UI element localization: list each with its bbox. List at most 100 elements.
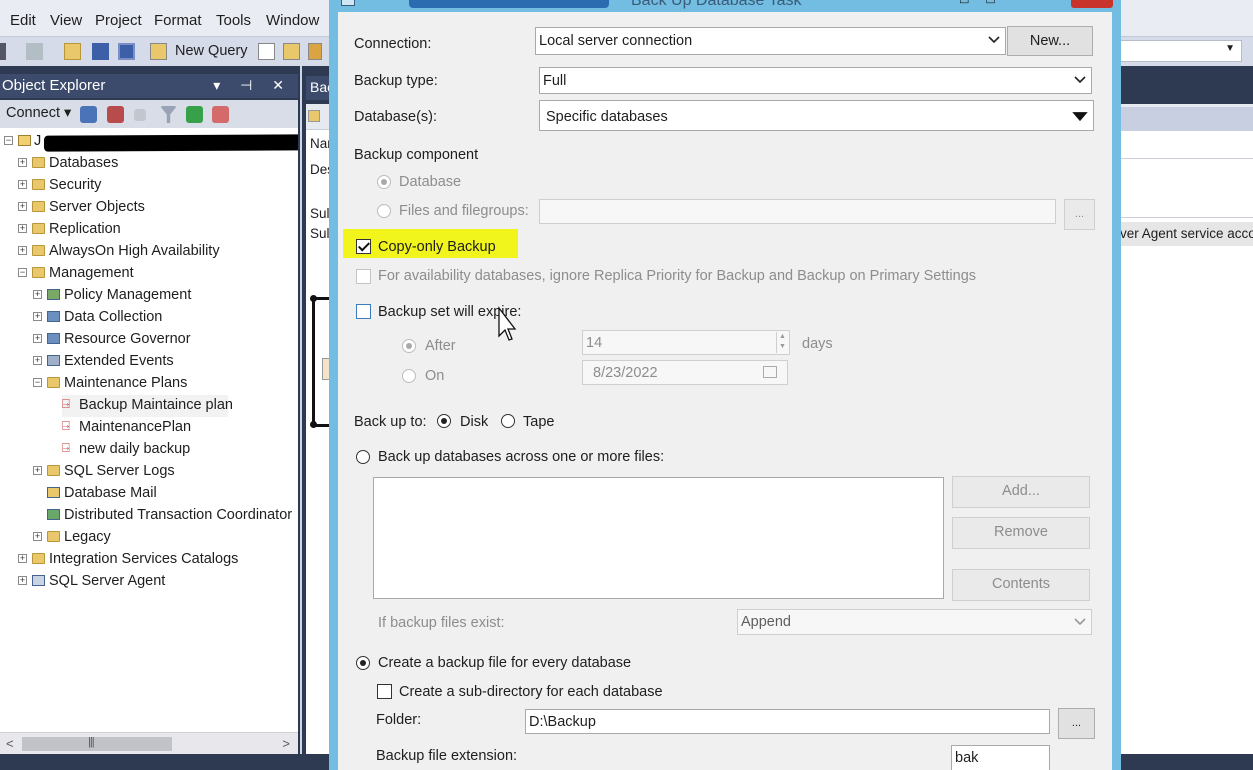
filegroups-browse-button[interactable]: ...	[1064, 199, 1095, 230]
filegroups-field[interactable]	[539, 199, 1056, 224]
connection-label: Connection:	[354, 36, 432, 52]
databases-dropdown[interactable]: Specific databases	[539, 100, 1094, 131]
component-database-label: Database	[399, 174, 462, 190]
window-controls[interactable]: ▭▭	[959, 0, 1012, 7]
panel-controls[interactable]: ▾ ⊣ ✕	[213, 77, 292, 94]
folder-field[interactable]: D:\Backup	[525, 709, 1050, 734]
component-database-radio[interactable]	[377, 175, 391, 189]
add-file-button[interactable]: Add...	[952, 476, 1090, 508]
remove-file-button[interactable]: Remove	[952, 517, 1090, 549]
horizontal-scrollbar[interactable]: < ||| >	[0, 732, 298, 754]
menu-tools[interactable]: Tools	[216, 12, 251, 29]
expand-icon[interactable]: +	[18, 202, 27, 211]
expire-days-stepper[interactable]: 14 ▲ ▼	[582, 330, 790, 355]
expire-date-picker[interactable]: 8/23/2022	[582, 360, 788, 385]
if-exists-value: Append	[741, 614, 791, 630]
solution-config-dropdown[interactable]: ▼	[1120, 40, 1242, 62]
connect-icon[interactable]	[80, 106, 97, 123]
activity-monitor-icon[interactable]	[212, 106, 229, 123]
scroll-thumb[interactable]	[22, 737, 172, 751]
expand-icon[interactable]: +	[33, 312, 42, 321]
expand-icon[interactable]: +	[33, 290, 42, 299]
tree-node-label: Resource Governor	[64, 331, 191, 347]
save-icon[interactable]	[92, 43, 109, 60]
backup-type-dropdown[interactable]: Full	[539, 67, 1092, 94]
backup-files-list[interactable]	[373, 477, 944, 599]
resource-governor-icon	[47, 333, 60, 344]
if-exists-dropdown[interactable]: Append	[737, 609, 1092, 635]
expand-icon[interactable]: +	[18, 224, 27, 233]
calendar-icon[interactable]	[763, 366, 777, 378]
stop-icon[interactable]	[134, 109, 146, 121]
expire-checkbox[interactable]	[356, 304, 371, 319]
tree-node-label: Maintenance Plans	[64, 375, 188, 391]
databases-label: Database(s):	[354, 109, 438, 125]
toolbar-overflow-icon[interactable]	[0, 43, 6, 60]
analysis-query-icon[interactable]	[283, 43, 300, 60]
tape-radio[interactable]	[501, 414, 515, 428]
collapse-icon[interactable]: −	[4, 136, 13, 145]
connection-dropdown[interactable]: Local server connection	[535, 27, 1006, 55]
tree-node-label: Integration Services Catalogs	[49, 551, 239, 567]
expand-icon[interactable]: +	[18, 576, 27, 585]
save-all-icon[interactable]	[118, 43, 135, 60]
across-files-radio[interactable]	[356, 450, 370, 464]
expand-icon[interactable]: +	[33, 334, 42, 343]
databases-value: Specific databases	[546, 109, 668, 125]
subplan-row-2[interactable]: Sul	[310, 226, 330, 241]
contents-button[interactable]: Contents	[952, 569, 1090, 601]
connect-label: Connect	[6, 105, 61, 121]
collapse-icon[interactable]: −	[33, 378, 42, 387]
connector-handle[interactable]	[310, 295, 317, 302]
tree-node-backup-maintaince-plan[interactable]: ⍈ Backup Maintaince plan	[62, 395, 233, 417]
connector-handle[interactable]	[310, 421, 317, 428]
expand-icon[interactable]: +	[18, 554, 27, 563]
menu-project[interactable]: Project	[95, 12, 142, 29]
menu-view[interactable]: View	[50, 12, 82, 29]
expand-icon[interactable]: +	[33, 532, 42, 541]
new-project-icon[interactable]	[26, 43, 43, 60]
component-files-radio[interactable]	[377, 204, 391, 218]
connect-button[interactable]: Connect ▾	[6, 105, 71, 121]
menu-window[interactable]: Window	[266, 12, 319, 29]
new-query-button[interactable]: New Query	[175, 43, 248, 59]
every-db-radio[interactable]	[356, 656, 370, 670]
tree-node-server[interactable]: − J	[4, 131, 298, 153]
filter-icon[interactable]	[160, 106, 177, 123]
scroll-right-icon[interactable]: >	[282, 736, 290, 751]
dialog-title: Back Up Database Task	[631, 0, 802, 9]
expand-icon[interactable]: +	[18, 158, 27, 167]
folder-label: Folder:	[376, 712, 422, 728]
scroll-left-icon[interactable]: <	[6, 736, 14, 751]
disk-radio[interactable]	[437, 414, 451, 428]
folder-icon	[32, 245, 45, 256]
subplan-row-1[interactable]: Sul	[310, 206, 330, 221]
close-button[interactable]	[1071, 0, 1113, 8]
expand-icon[interactable]: +	[33, 356, 42, 365]
expire-after-radio[interactable]	[402, 339, 416, 353]
new-connection-button[interactable]: New...	[1007, 26, 1093, 56]
tree-node-label: Database Mail	[64, 485, 157, 501]
expire-on-radio[interactable]	[402, 369, 416, 383]
copy-only-checkbox[interactable]	[356, 239, 371, 254]
expand-icon[interactable]: +	[18, 246, 27, 255]
open-folder-icon[interactable]	[64, 43, 81, 60]
extension-field[interactable]: bak	[951, 745, 1050, 770]
spin-arrows-icon[interactable]: ▲ ▼	[776, 332, 788, 353]
refresh-icon[interactable]	[186, 106, 203, 123]
expand-icon[interactable]: +	[18, 180, 27, 189]
collapse-icon[interactable]: −	[18, 268, 27, 277]
folder-icon	[47, 531, 60, 542]
add-subplan-icon[interactable]	[308, 110, 320, 122]
menu-format[interactable]: Format	[154, 12, 202, 29]
tree-node-label: Distributed Transaction Coordinator	[64, 507, 293, 523]
folder-browse-button[interactable]: ...	[1058, 708, 1095, 739]
expand-icon[interactable]: +	[33, 466, 42, 475]
subdir-checkbox[interactable]	[377, 684, 392, 699]
xmla-query-icon[interactable]	[308, 43, 322, 60]
availability-checkbox[interactable]	[356, 269, 371, 284]
disconnect-icon[interactable]	[107, 106, 124, 123]
menu-edit[interactable]: Edit	[10, 12, 36, 29]
extension-label: Backup file extension:	[376, 748, 518, 764]
database-engine-query-icon[interactable]	[258, 43, 275, 60]
